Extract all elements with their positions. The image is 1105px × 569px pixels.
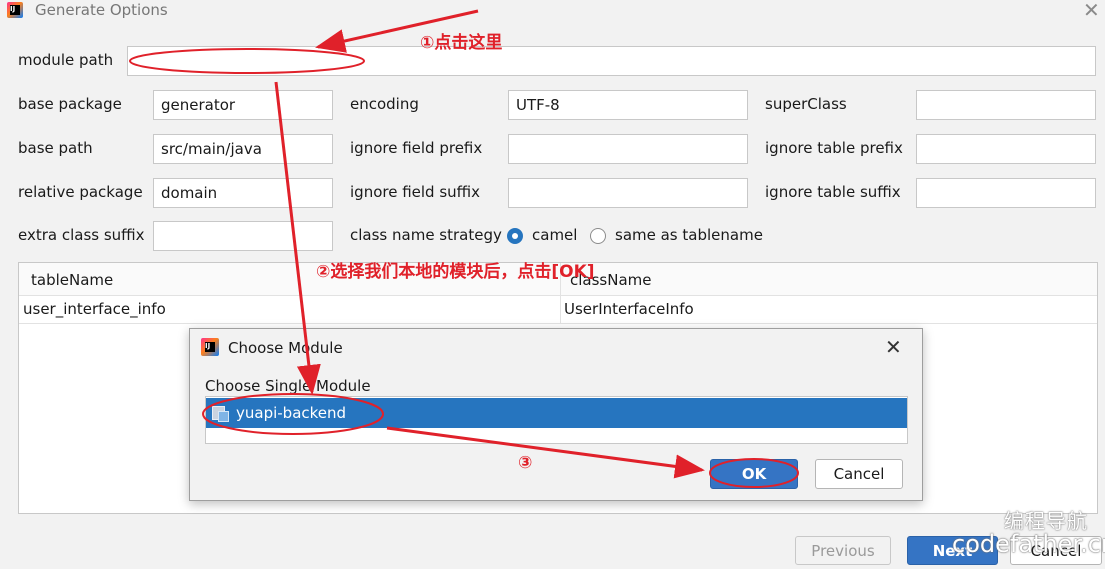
annotation-circle-module-item <box>202 393 384 435</box>
annotation-layer <box>129 9 799 488</box>
annotation-circle-ok <box>709 458 799 488</box>
annotation-circle-module-path <box>129 48 365 74</box>
watermark-line-2: codefather.cn <box>952 530 1105 558</box>
annotation-step-3: ③ <box>518 453 533 473</box>
annotation-arrow-2 <box>274 81 321 395</box>
annotation-step-2: ②选择我们本地的模块后，点击[OK] <box>316 262 595 282</box>
annotation-arrow-3 <box>386 426 705 479</box>
annotation-step-1: ①点击这里 <box>420 33 503 53</box>
